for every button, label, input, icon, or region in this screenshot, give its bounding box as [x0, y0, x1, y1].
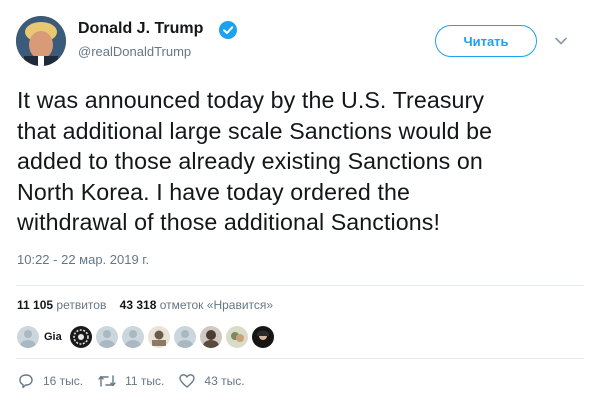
like-button[interactable]: 43 тыс.	[178, 372, 245, 390]
reply-count: 16 тыс.	[43, 374, 84, 388]
likers-row: Gia	[17, 322, 278, 352]
reply-icon	[19, 374, 33, 389]
divider	[16, 358, 584, 359]
retweets-stat[interactable]: 11 105 ретвитов	[17, 298, 110, 312]
tweet-line: North Korea. I have today ordered the	[17, 178, 410, 205]
like-count: 43 тыс.	[204, 374, 245, 388]
retweet-count: 11 тыс.	[125, 374, 165, 388]
retweets-label: ретвитов	[56, 298, 107, 312]
liker-avatar[interactable]	[69, 326, 92, 348]
retweets-count: 11 105	[17, 298, 54, 312]
tweet-line: It was announced today by the U.S. Treas…	[17, 87, 485, 113]
tweet-text: It was announced today by the U.S. Treas…	[17, 85, 587, 238]
user-name[interactable]: Donald J. Trump	[78, 20, 203, 38]
likes-stat[interactable]: 43 318 отметок «Нравится»	[120, 298, 273, 312]
tweet-timestamp[interactable]: 10:22 - 22 мар. 2019 г.	[17, 252, 149, 267]
reply-button[interactable]: 16 тыс.	[17, 372, 83, 390]
tweet-line: withdrawal of those additional Sanctions…	[17, 209, 441, 235]
liker-avatar[interactable]	[225, 326, 248, 348]
verified-badge-icon	[219, 21, 237, 39]
liker-avatar[interactable]	[173, 326, 196, 348]
tweet-actions: 16 тыс. 11 тыс. 43 тыс.	[17, 372, 259, 390]
user-avatar[interactable]	[16, 16, 66, 66]
liker-name[interactable]: Gia	[44, 331, 62, 343]
liker-avatar[interactable]	[199, 326, 222, 348]
divider	[16, 285, 584, 286]
heart-icon	[179, 374, 196, 388]
engagement-stats: 11 105 ретвитов 43 318 отметок «Нравится…	[17, 298, 283, 312]
tweet-line: that additional large scale Sanctions wo…	[17, 117, 493, 144]
retweet-icon	[98, 375, 116, 387]
liker-avatar[interactable]	[251, 326, 274, 348]
user-handle[interactable]: @realDonaldTrump	[78, 44, 191, 59]
likes-count: 43 318	[119, 298, 157, 312]
tweet-line: added to those already existing Sanction…	[17, 148, 483, 174]
liker-avatar[interactable]	[95, 326, 118, 348]
liker-avatar[interactable]	[17, 326, 39, 348]
likes-label: отметок «Нравится»	[159, 298, 274, 312]
retweet-button[interactable]: 11 тыс.	[97, 372, 164, 390]
liker-avatar[interactable]	[121, 326, 144, 348]
liker-avatar[interactable]	[147, 326, 170, 348]
chevron-down-icon[interactable]	[553, 33, 569, 49]
follow-button[interactable]: Читать	[435, 25, 537, 57]
